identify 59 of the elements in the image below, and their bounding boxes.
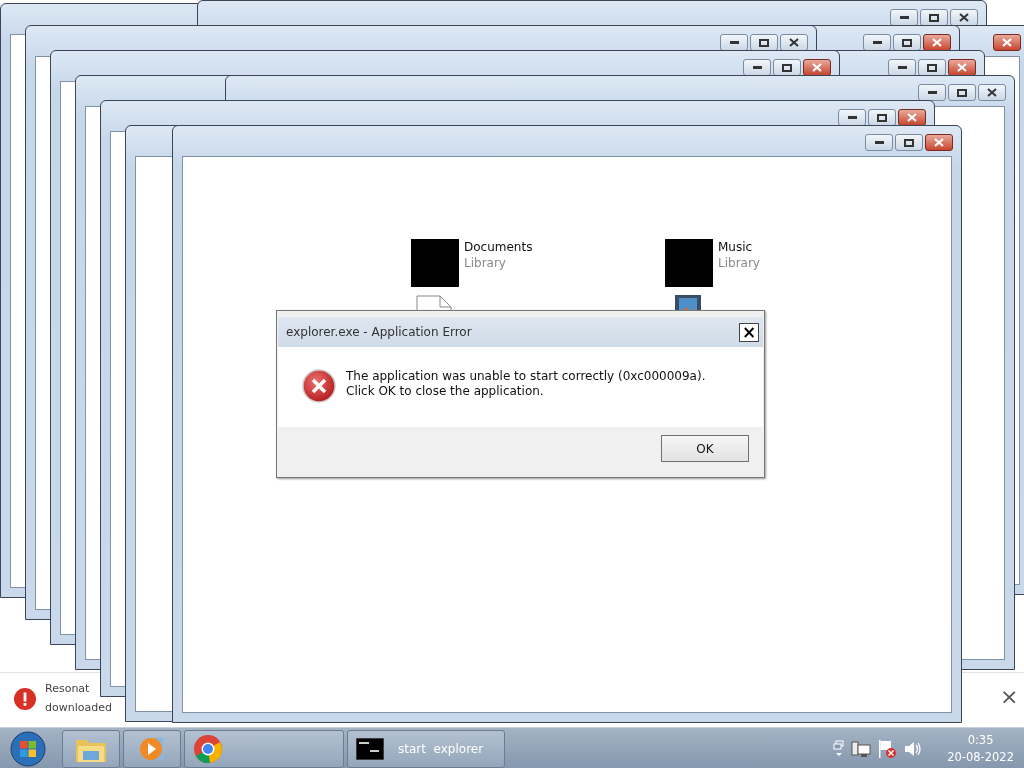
action-center-flag-icon[interactable] (877, 738, 898, 759)
notification-text: Resonat (45, 682, 90, 695)
minimize-icon (872, 41, 882, 44)
minimize-icon (729, 41, 739, 44)
warning-icon (14, 688, 36, 710)
dialog-title: explorer.exe - Application Error (286, 325, 472, 339)
error-message: The application was unable to start correctly (0xc000009a). Click OK to close the application. (346, 369, 707, 400)
command-prompt-icon (356, 737, 384, 760)
maximize-icon (957, 88, 967, 97)
maximize-icon (877, 113, 887, 122)
maximize-icon (929, 13, 939, 22)
minimize-icon (874, 141, 884, 144)
minimize-icon (927, 91, 937, 94)
close-button[interactable]: × (998, 685, 1021, 709)
maximize-icon (927, 63, 937, 72)
maximize-icon (902, 38, 912, 47)
library-subtitle: Library (718, 255, 760, 271)
clock-time: 0:35 (967, 731, 994, 749)
chrome-icon (193, 733, 223, 764)
minimize-button[interactable] (865, 134, 893, 151)
taskbar-button[interactable] (123, 729, 181, 768)
library-thumbnail[interactable] (665, 239, 713, 287)
close-button[interactable] (993, 34, 1021, 51)
error-icon (302, 369, 336, 403)
maximize-icon (782, 63, 792, 72)
taskbar-button[interactable] (62, 729, 120, 768)
close-icon (789, 38, 799, 47)
close-button[interactable] (925, 134, 953, 151)
maximize-button[interactable] (948, 84, 976, 101)
minimize-button[interactable] (918, 84, 946, 101)
notification-text: downloaded (45, 701, 112, 714)
close-icon (987, 88, 997, 97)
minimize-icon (752, 66, 762, 69)
close-icon (932, 38, 942, 47)
volume-icon[interactable] (903, 739, 924, 758)
close-icon (907, 113, 917, 122)
library-subtitle: Library (464, 255, 507, 271)
close-icon (957, 63, 967, 72)
close-button[interactable]: × (739, 322, 759, 342)
close-icon (1002, 38, 1012, 47)
library-name[interactable]: Music (718, 239, 760, 255)
maximize-icon (904, 138, 914, 147)
maximize-icon (759, 38, 769, 47)
ok-button[interactable]: OK (661, 435, 749, 462)
close-icon (934, 138, 944, 147)
library-thumbnail[interactable] (411, 239, 459, 287)
minimize-icon (897, 66, 907, 69)
close-icon (959, 13, 969, 22)
minimize-icon (847, 116, 857, 119)
clock-date: 20-08-2022 (947, 748, 1014, 766)
show-hidden-icons-icon[interactable] (833, 739, 846, 758)
close-button[interactable] (978, 84, 1006, 101)
network-icon[interactable] (851, 739, 872, 758)
close-button[interactable] (950, 9, 978, 26)
start-orb-icon (10, 730, 46, 767)
maximize-button[interactable] (895, 134, 923, 151)
close-icon (812, 63, 822, 72)
minimize-icon (899, 16, 909, 19)
library-name[interactable]: Documents (464, 239, 533, 255)
